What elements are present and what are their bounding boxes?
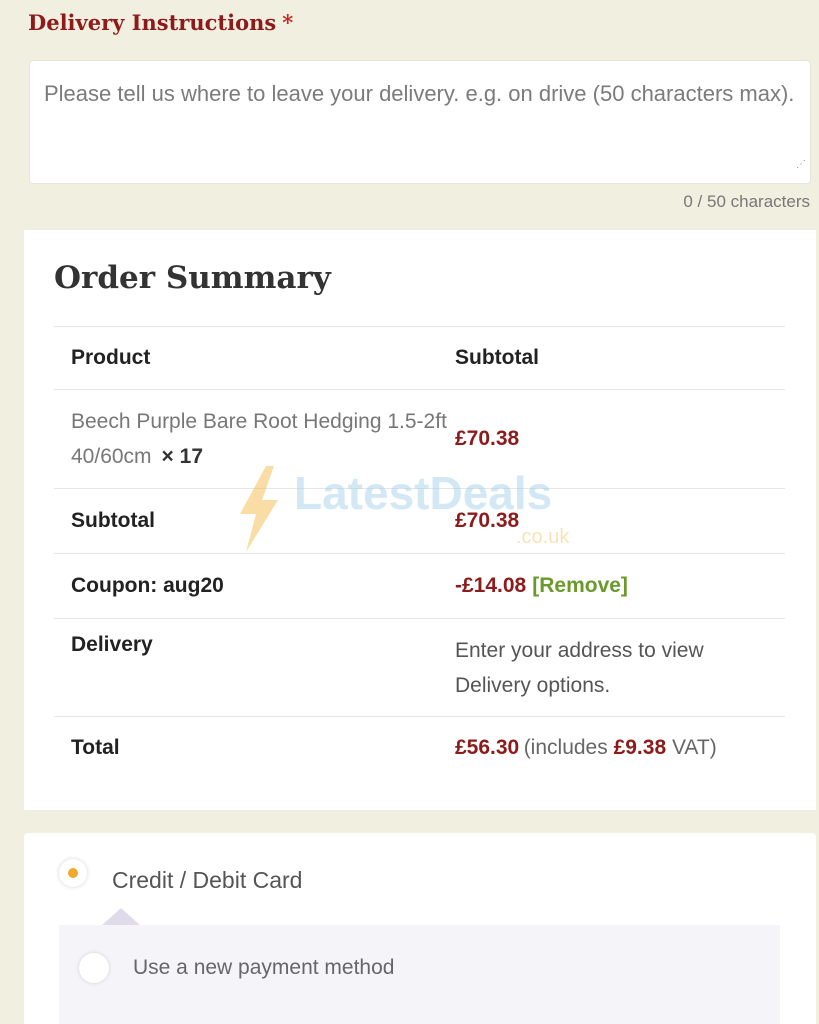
product-column-header: Product	[71, 346, 151, 369]
delivery-label-text: Delivery Instructions	[28, 10, 277, 35]
vat-value: £9.38	[613, 735, 667, 759]
payment-methods-card: Credit / Debit Card Use a new payment me…	[24, 833, 816, 1024]
delivery-row: Delivery Enter your address to view Deli…	[54, 618, 785, 716]
order-summary-title: Order Summary	[54, 260, 331, 296]
coupon-label: Coupon: aug20	[71, 574, 224, 597]
product-quantity: × 17	[161, 445, 204, 468]
remove-coupon-link[interactable]: [Remove]	[532, 574, 628, 597]
subtotal-row: Subtotal £70.38	[54, 488, 785, 553]
table-header-row: Product Subtotal	[54, 326, 785, 389]
delivery-options-text: Enter your address to view Delivery opti…	[455, 639, 704, 697]
product-name-text: Beech Purple Bare Root Hedging 1.5-2ft 4…	[71, 410, 447, 468]
subtotal-column-header: Subtotal	[455, 346, 539, 369]
subtotal-value: £70.38	[455, 509, 520, 532]
coupon-minus-sign: -	[455, 574, 462, 597]
subtotal-label: Subtotal	[71, 509, 155, 532]
delivery-label: Delivery	[71, 633, 153, 656]
total-label: Total	[71, 735, 120, 759]
vat-prefix: (includes	[523, 735, 608, 759]
vat-suffix: VAT)	[671, 735, 717, 759]
card-payment-panel: Use a new payment method	[59, 925, 780, 1024]
order-summary-card: Order Summary Product Subtotal Beech Pur…	[24, 230, 816, 810]
textarea-placeholder: Please tell us where to leave your deliv…	[44, 81, 795, 106]
vat-note: (includes £9.38 VAT)	[524, 736, 717, 759]
order-summary-table: Product Subtotal Beech Purple Bare Root …	[54, 326, 785, 778]
selection-pointer-icon	[101, 908, 141, 926]
new-payment-method-label[interactable]: Use a new payment method	[133, 956, 394, 980]
new-payment-method-radio[interactable]	[79, 953, 109, 983]
total-row: Total £56.30 (includes £9.38 VAT)	[54, 716, 785, 778]
required-asterisk: *	[282, 10, 294, 35]
total-value: £56.30	[455, 735, 520, 759]
credit-debit-card-label[interactable]: Credit / Debit Card	[112, 867, 302, 894]
credit-card-radio[interactable]	[59, 859, 87, 887]
product-price: £70.38	[455, 427, 520, 450]
product-name: Beech Purple Bare Root Hedging 1.5-2ft 4…	[71, 404, 455, 474]
character-counter: 0 / 50 characters	[683, 192, 810, 211]
product-row: Beech Purple Bare Root Hedging 1.5-2ft 4…	[54, 389, 785, 488]
resize-handle-icon[interactable]: ⋰	[796, 148, 806, 181]
delivery-instructions-label: Delivery Instructions *	[28, 10, 293, 35]
coupon-row: Coupon: aug20 -£14.08 [Remove]	[54, 553, 785, 618]
delivery-instructions-textarea[interactable]: Please tell us where to leave your deliv…	[29, 60, 811, 184]
coupon-discount-value: £14.08	[462, 574, 527, 597]
